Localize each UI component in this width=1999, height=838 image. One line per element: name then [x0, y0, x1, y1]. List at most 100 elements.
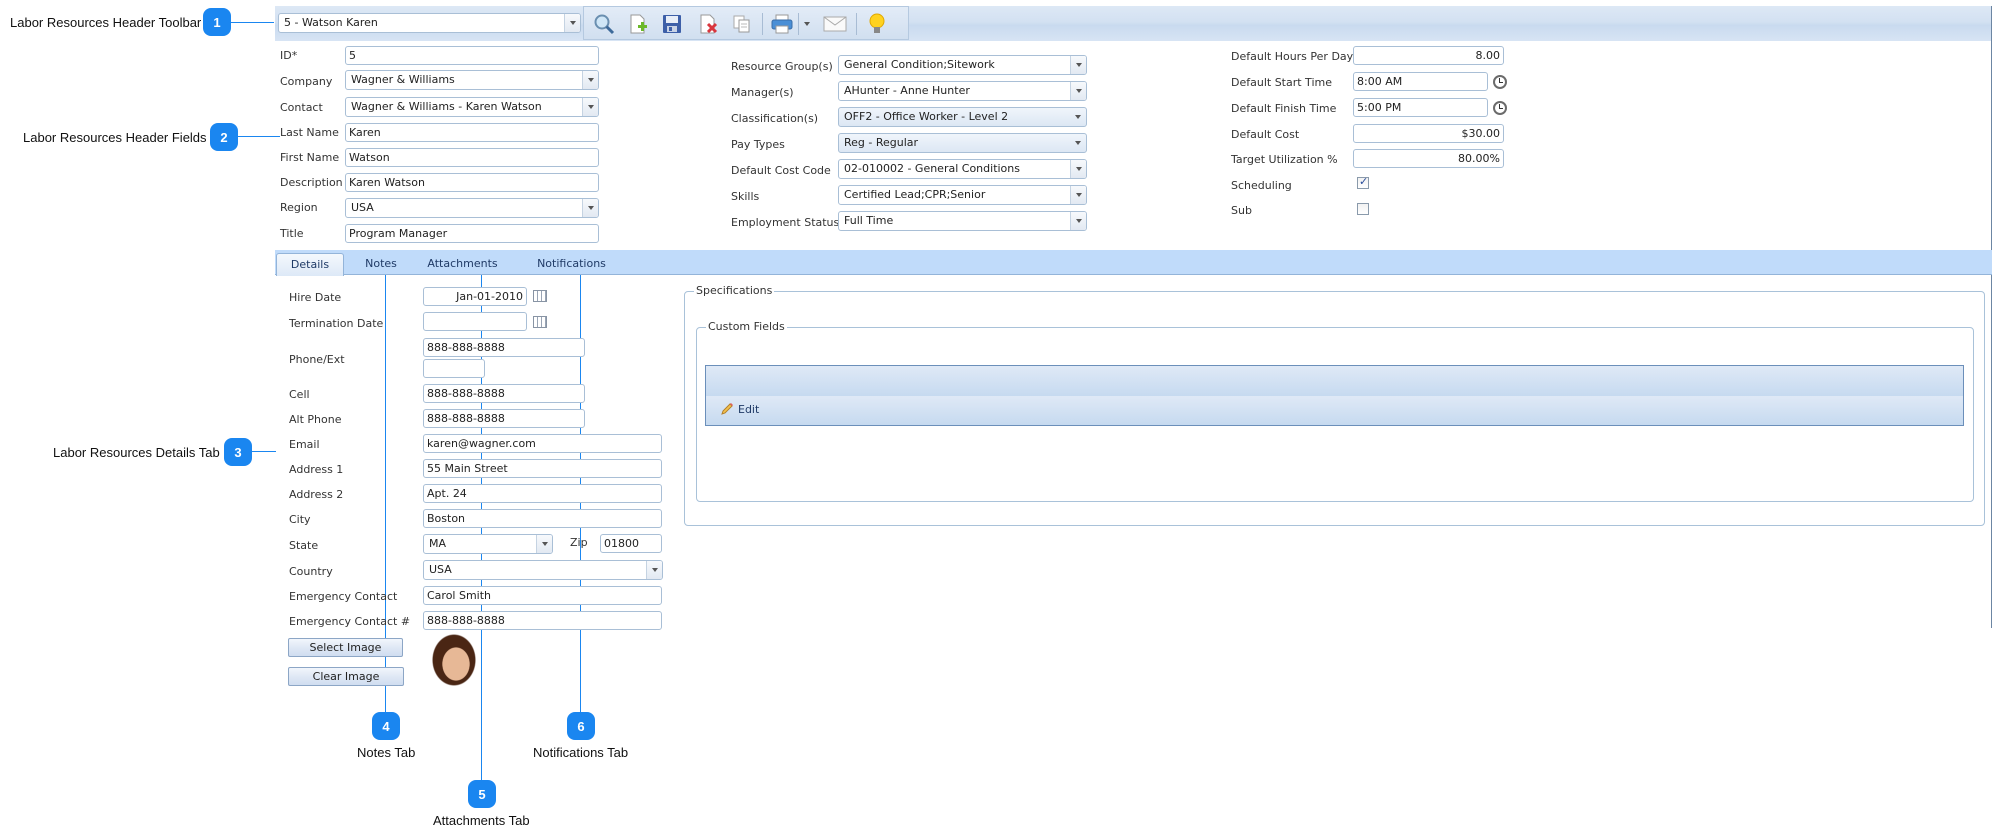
- callout-label-details-tab: Labor Resources Details Tab: [53, 445, 220, 460]
- title-label: Title: [280, 227, 304, 240]
- tab-notifications[interactable]: Notifications: [529, 253, 614, 276]
- chevron-down-icon[interactable]: [582, 98, 598, 116]
- delete-button[interactable]: [695, 12, 721, 36]
- email-button[interactable]: [822, 12, 848, 36]
- record-selector[interactable]: 5 - Watson Karen: [278, 13, 581, 33]
- search-button[interactable]: [591, 12, 617, 36]
- contact-combo[interactable]: Wagner & Williams - Karen Watson: [345, 97, 599, 117]
- alt-phone-field[interactable]: 888-888-8888: [423, 409, 585, 428]
- state-combo[interactable]: MA: [423, 534, 553, 554]
- zip-field[interactable]: 01800: [600, 534, 662, 553]
- target-utilization-field[interactable]: 80.00%: [1353, 149, 1504, 168]
- scheduling-checkbox[interactable]: [1357, 175, 1369, 189]
- address1-field[interactable]: 55 Main Street: [423, 459, 662, 478]
- sub-checkbox[interactable]: [1357, 203, 1369, 215]
- chevron-down-icon[interactable]: [582, 199, 598, 217]
- city-field[interactable]: Boston: [423, 509, 662, 528]
- default-cost-field[interactable]: $30.00: [1353, 124, 1504, 143]
- tips-button[interactable]: [864, 12, 890, 36]
- resource-groups-combo[interactable]: General Condition;Sitework: [838, 55, 1087, 75]
- select-image-button[interactable]: Select Image: [288, 638, 403, 657]
- chevron-down-icon[interactable]: [1070, 82, 1086, 100]
- alarm-clock-icon[interactable]: [1493, 101, 1507, 115]
- default-hours-field[interactable]: 8.00: [1353, 46, 1504, 65]
- default-finish-time-field[interactable]: 5:00 PM: [1353, 98, 1488, 117]
- termination-date-field[interactable]: [423, 312, 527, 331]
- chevron-down-icon[interactable]: [582, 71, 598, 89]
- title-field[interactable]: Program Manager: [345, 224, 599, 243]
- ext-field[interactable]: [423, 359, 485, 378]
- copy-button[interactable]: [729, 12, 755, 36]
- calendar-icon[interactable]: [533, 316, 547, 328]
- employment-status-combo[interactable]: Full Time: [838, 211, 1087, 231]
- skills-combo[interactable]: Certified Lead;CPR;Senior: [838, 185, 1087, 205]
- description-label: Description: [280, 176, 343, 189]
- region-label: Region: [280, 201, 318, 214]
- hire-date-field[interactable]: Jan-01-2010: [423, 287, 527, 306]
- default-hours-label: Default Hours Per Day: [1231, 50, 1354, 63]
- sub-label: Sub: [1231, 204, 1252, 217]
- save-button[interactable]: [659, 12, 685, 36]
- state-value: MA: [429, 537, 447, 550]
- tab-notes[interactable]: Notes: [351, 253, 411, 276]
- magnifier-icon: [594, 14, 615, 35]
- chevron-down-icon[interactable]: [1070, 212, 1086, 230]
- printer-icon: [771, 14, 793, 34]
- emergency-contact-number-label: Emergency Contact #: [289, 615, 411, 628]
- chevron-down-icon[interactable]: [1070, 134, 1086, 152]
- callout-badge-5: 5: [468, 780, 496, 808]
- toolbar-separator: [798, 13, 799, 35]
- default-cost-code-combo[interactable]: 02-010002 - General Conditions: [838, 159, 1087, 179]
- default-cost-label: Default Cost: [1231, 128, 1300, 141]
- classifications-combo[interactable]: OFF2 - Office Worker - Level 2: [838, 107, 1087, 127]
- emergency-contact-label: Emergency Contact: [289, 590, 398, 603]
- phone-field[interactable]: 888-888-8888: [423, 338, 585, 357]
- clear-image-button[interactable]: Clear Image: [288, 667, 404, 686]
- toolbar-button-group: [583, 6, 909, 40]
- chevron-down-icon[interactable]: [1070, 186, 1086, 204]
- email-field[interactable]: karen@wagner.com: [423, 434, 662, 453]
- phone-ext-label: Phone/Ext: [289, 353, 345, 366]
- pay-types-label: Pay Types: [731, 138, 785, 151]
- chevron-down-icon[interactable]: [1070, 160, 1086, 178]
- emergency-contact-field[interactable]: Carol Smith: [423, 586, 662, 605]
- company-combo[interactable]: Wagner & Williams: [345, 70, 599, 90]
- callout-label-notes-tab: Notes Tab: [357, 745, 416, 760]
- print-button[interactable]: [769, 12, 795, 36]
- callout-badge-4: 4: [372, 712, 400, 740]
- cell-field[interactable]: 888-888-8888: [423, 384, 585, 403]
- default-finish-time-label: Default Finish Time: [1231, 102, 1337, 115]
- chevron-down-icon[interactable]: [646, 561, 662, 579]
- edit-button[interactable]: Edit: [720, 402, 759, 416]
- address2-field[interactable]: Apt. 24: [423, 484, 662, 503]
- tab-attachments[interactable]: Attachments: [420, 253, 505, 276]
- id-field[interactable]: 5: [345, 46, 599, 65]
- last-name-field[interactable]: Karen: [345, 123, 599, 142]
- first-name-field[interactable]: Watson: [345, 148, 599, 167]
- employment-status-label: Employment Status: [731, 216, 840, 229]
- pay-types-combo[interactable]: Reg - Regular: [838, 133, 1087, 153]
- last-name-label: Last Name: [280, 126, 339, 139]
- region-combo[interactable]: USA: [345, 198, 599, 218]
- default-start-time-field[interactable]: 8:00 AM: [1353, 72, 1488, 91]
- chevron-down-icon[interactable]: [564, 14, 580, 32]
- chevron-down-icon[interactable]: [536, 535, 552, 553]
- tab-details[interactable]: Details: [276, 253, 344, 276]
- description-field[interactable]: Karen Watson: [345, 173, 599, 192]
- scheduling-label: Scheduling: [1231, 179, 1292, 192]
- new-button[interactable]: [625, 12, 651, 36]
- company-value: Wagner & Williams: [351, 73, 455, 86]
- emergency-contact-number-field[interactable]: 888-888-8888: [423, 611, 662, 630]
- contact-value: Wagner & Williams - Karen Watson: [351, 100, 542, 113]
- classifications-value: OFF2 - Office Worker - Level 2: [844, 110, 1009, 123]
- alarm-clock-icon[interactable]: [1493, 75, 1507, 89]
- managers-combo[interactable]: AHunter - Anne Hunter: [838, 81, 1087, 101]
- country-combo[interactable]: USA: [423, 560, 663, 580]
- alt-phone-label: Alt Phone: [289, 413, 342, 426]
- chevron-down-icon[interactable]: [1070, 56, 1086, 74]
- calendar-icon[interactable]: [533, 290, 547, 302]
- managers-value: AHunter - Anne Hunter: [844, 84, 970, 97]
- callout-label-attachments-tab: Attachments Tab: [433, 813, 530, 828]
- print-menu-button[interactable]: [800, 12, 814, 36]
- chevron-down-icon[interactable]: [1070, 108, 1086, 126]
